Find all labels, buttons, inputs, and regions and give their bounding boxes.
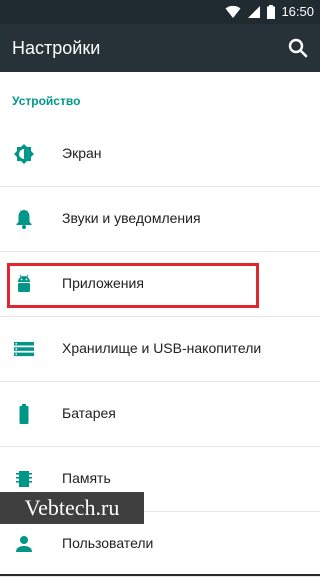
storage-icon (14, 342, 34, 357)
status-time: 16:50 (281, 4, 314, 19)
watermark: Vebtech.ru (0, 492, 144, 524)
settings-item-label: Память (62, 470, 111, 486)
memory-icon (16, 471, 32, 487)
settings-item-label: Батарея (62, 405, 116, 421)
battery-icon (267, 5, 276, 19)
person-icon (16, 536, 32, 552)
page-title: Настройки (12, 38, 101, 58)
status-bar: 16:50 (0, 0, 320, 24)
settings-item-battery[interactable]: Батарея (0, 382, 320, 447)
wifi-icon (225, 5, 241, 18)
settings-item-label: Экран (62, 145, 102, 161)
search-icon[interactable] (286, 36, 310, 60)
highlight-box (7, 263, 259, 308)
signal-icon (248, 6, 261, 18)
settings-item-storage[interactable]: Хранилище и USB-накопители (0, 317, 320, 382)
bell-icon (16, 210, 32, 229)
settings-item-display[interactable]: Экран (0, 122, 320, 187)
settings-item-label: Хранилище и USB-накопители (62, 340, 262, 356)
settings-item-label: Пользователи (62, 535, 154, 551)
toolbar: Настройки (0, 24, 320, 72)
battery-icon (19, 404, 29, 424)
section-header-device: Устройство (12, 94, 81, 108)
status-icons: 16:50 (225, 3, 314, 21)
settings-item-sounds[interactable]: Звуки и уведомления (0, 187, 320, 252)
brightness-icon (14, 144, 34, 164)
settings-item-label: Звуки и уведомления (62, 210, 201, 226)
